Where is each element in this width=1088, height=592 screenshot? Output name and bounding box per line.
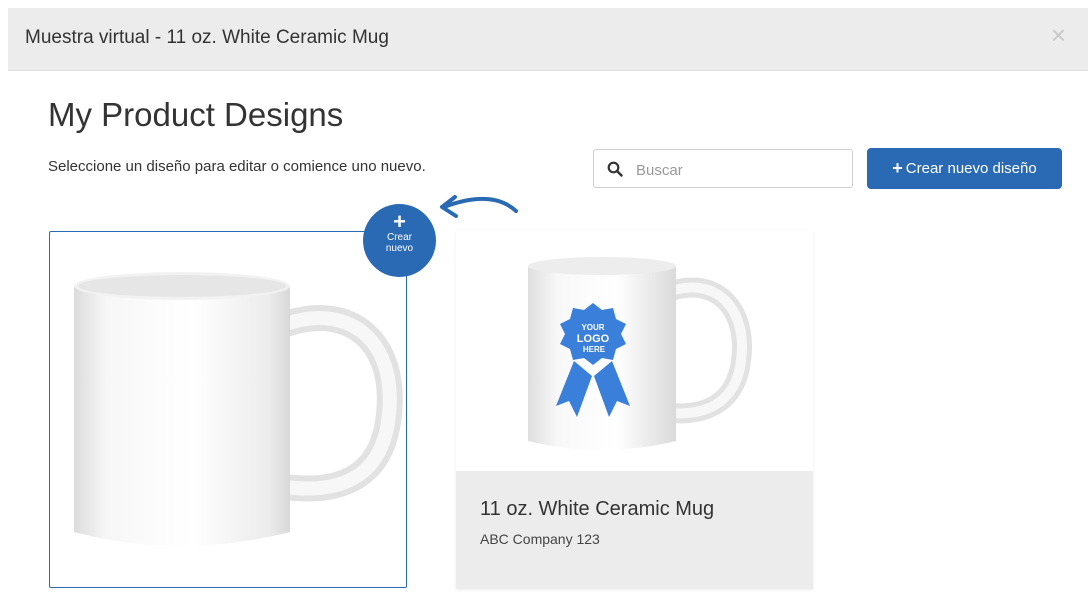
design-card-info: 11 oz. White Ceramic Mug ABC Company 123 <box>456 471 813 589</box>
create-new-badge[interactable]: + Crear nuevo <box>363 204 436 277</box>
page-title: My Product Designs <box>48 96 344 133</box>
modal-header: Muestra virtual - 11 oz. White Ceramic M… <box>8 8 1088 71</box>
design-card[interactable]: YOUR LOGO HERE 11 oz. White Ceramic Mug … <box>456 231 813 589</box>
plus-icon: + <box>892 158 903 178</box>
plus-icon: + <box>393 209 406 234</box>
logo-line1: YOUR <box>581 323 604 332</box>
create-new-design-label: Crear nuevo diseño <box>905 160 1037 177</box>
logo-line2: LOGO <box>577 333 610 345</box>
pointer-arrow-icon <box>440 195 518 218</box>
logo-line3: HERE <box>583 345 606 354</box>
close-icon[interactable]: × <box>1051 22 1066 48</box>
design-company-name: ABC Company 123 <box>480 531 600 547</box>
search-box[interactable] <box>593 149 853 188</box>
mug-with-logo-image: YOUR LOGO HERE <box>528 257 752 450</box>
create-badge-line2: nuevo <box>385 243 414 254</box>
modal-title: Muestra virtual - 11 oz. White Ceramic M… <box>25 27 389 48</box>
search-icon <box>607 161 623 177</box>
design-product-name: 11 oz. White Ceramic Mug <box>480 498 715 520</box>
blank-design-card[interactable] <box>49 231 407 588</box>
page-subtitle: Seleccione un diseño para editar o comie… <box>48 158 426 175</box>
search-input[interactable] <box>634 158 843 182</box>
create-new-design-button[interactable]: + Crear nuevo diseño <box>867 148 1062 189</box>
create-badge-line1: Crear <box>386 232 412 243</box>
blank-mug-image <box>74 272 403 546</box>
